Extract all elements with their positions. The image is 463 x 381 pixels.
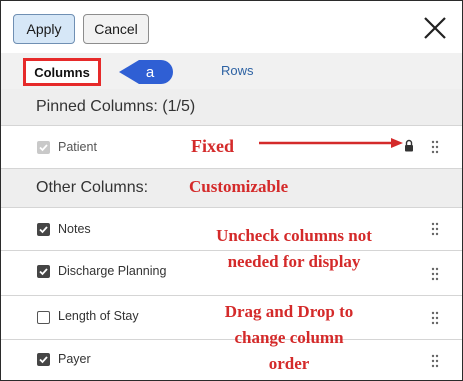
- callout-marker-label: a: [145, 63, 155, 81]
- list-item-label: Payer: [58, 352, 91, 366]
- checkbox-unchecked-icon[interactable]: [37, 311, 50, 324]
- annotation-drag-line1: Drag and Drop to: [224, 302, 354, 321]
- close-icon[interactable]: [421, 14, 449, 42]
- annotation-uncheck-line1: Uncheck columns not: [216, 226, 372, 245]
- tab-rows[interactable]: Rows: [221, 63, 254, 78]
- panel-header: Apply Cancel: [1, 1, 462, 53]
- annotation-drag-line2: change column: [234, 328, 344, 347]
- annotation-customizable: Customizable: [189, 177, 289, 196]
- annotation-drag: Drag and Drop to change column order: [189, 299, 389, 377]
- drag-handle-icon[interactable]: [431, 311, 439, 325]
- annotation-drag-line3: order: [268, 354, 310, 373]
- drag-handle-icon[interactable]: [431, 222, 439, 236]
- list-item-label: Patient: [58, 140, 97, 154]
- annotation-fixed: Fixed: [191, 136, 234, 156]
- annotation-uncheck: Uncheck columns not needed for display: [189, 223, 399, 275]
- annotation-uncheck-line2: needed for display: [227, 252, 361, 271]
- checkbox-checked-icon[interactable]: [37, 223, 50, 236]
- apply-button[interactable]: Apply: [13, 14, 75, 44]
- list-item-label: Discharge Planning: [58, 264, 167, 278]
- annotation-arrow: [259, 138, 403, 148]
- checkbox-checked-icon: [37, 141, 50, 154]
- drag-handle-icon: [431, 140, 439, 154]
- drag-handle-icon[interactable]: [431, 267, 439, 281]
- checkbox-checked-icon[interactable]: [37, 353, 50, 366]
- drag-handle-icon[interactable]: [431, 354, 439, 368]
- cancel-button[interactable]: Cancel: [83, 14, 149, 44]
- column-chooser-panel: Apply Cancel Columns a Rows Pinned Colum…: [0, 0, 463, 381]
- checkbox-checked-icon[interactable]: [37, 265, 50, 278]
- pinned-columns-heading: Pinned Columns: (1/5): [1, 89, 462, 125]
- list-item-label: Length of Stay: [58, 309, 139, 323]
- tab-columns[interactable]: Columns: [23, 58, 101, 86]
- lock-icon: [405, 139, 413, 152]
- list-item-label: Notes: [58, 222, 91, 236]
